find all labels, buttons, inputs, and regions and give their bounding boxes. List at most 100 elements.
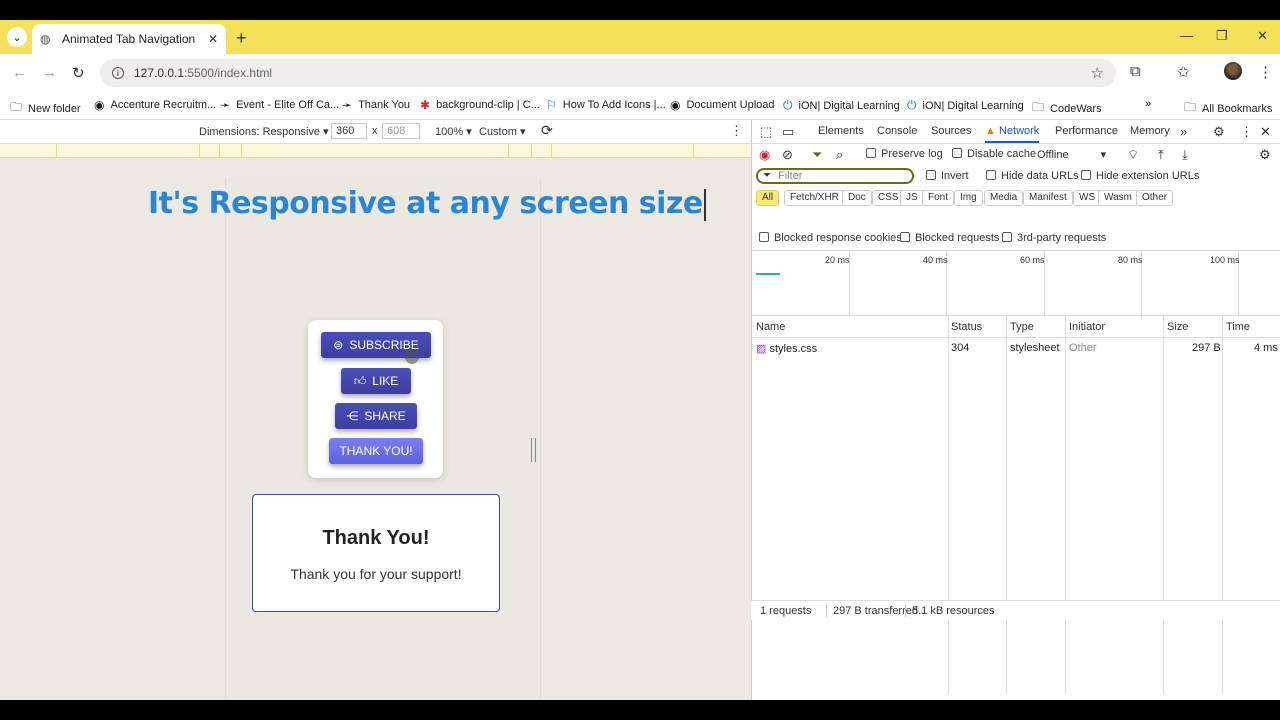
resize-handle-right[interactable] xyxy=(531,438,536,462)
share-button[interactable]: ⋲ SHARE xyxy=(335,403,417,429)
minimize-icon[interactable]: — xyxy=(1180,28,1193,43)
filter-chip-wasm[interactable]: Wasm xyxy=(1098,190,1138,206)
invert-checkbox[interactable]: Invert xyxy=(926,170,969,182)
bookmark-item[interactable]: ⚐ How To Add Icons |... xyxy=(546,98,666,112)
filter-input[interactable]: Filter xyxy=(756,168,914,184)
menu-kebab-icon[interactable]: ⋮ xyxy=(1258,63,1273,81)
clear-icon[interactable]: ⊘ xyxy=(782,147,793,163)
more-bookmarks-chevron-icon[interactable]: » xyxy=(1145,98,1151,110)
extensions-puzzle-icon[interactable]: ⧉ xyxy=(1130,63,1141,80)
filter-chip-media[interactable]: Media xyxy=(984,190,1024,206)
tab-search-chevron-icon[interactable]: ⌄ xyxy=(7,27,27,47)
filter-chip-fetch[interactable]: Fetch/XHR xyxy=(784,190,845,206)
network-conditions-icon[interactable]: ⌔ xyxy=(1127,147,1139,163)
filter-chip-js[interactable]: JS xyxy=(900,190,924,206)
new-tab-plus-icon[interactable]: + xyxy=(236,28,247,49)
bookmark-item[interactable]: ⏻ iON| Digital Learning xyxy=(783,98,900,113)
close-window-icon[interactable]: ✕ xyxy=(1257,28,1268,44)
device-toggle-icon[interactable]: ▭ xyxy=(782,124,794,140)
close-devtools-icon[interactable]: ✕ xyxy=(1260,124,1271,140)
column-type[interactable]: Type xyxy=(1010,321,1034,333)
settings-gear-icon[interactable]: ⚙ xyxy=(1213,124,1225,140)
dimensions-dropdown[interactable]: Dimensions: Responsive ▾ xyxy=(199,125,329,138)
restore-icon[interactable]: ❐ xyxy=(1216,28,1228,44)
filter-chip-all[interactable]: All xyxy=(756,190,780,206)
forward-arrow-icon[interactable]: → xyxy=(42,64,57,81)
thank-you-title: Thank You! xyxy=(322,527,430,549)
tab-console[interactable]: Console xyxy=(877,125,917,137)
power-icon: ⏻ xyxy=(907,98,917,112)
height-input[interactable]: 608 xyxy=(382,123,420,139)
bookmark-item[interactable]: ◉ Accenture Recruitm... xyxy=(94,98,216,112)
third-party-requests-checkbox[interactable]: 3rd-party requests xyxy=(1002,232,1106,244)
viewport-area: It's Responsive at any screen size ⊜ SUBS… xyxy=(0,158,751,700)
device-more-kebab-icon[interactable]: ⋮ xyxy=(730,123,743,139)
bookmark-item[interactable]: ✱ background-clip | C... xyxy=(420,98,540,112)
blocked-response-cookies-checkbox[interactable]: Blocked response cookies xyxy=(759,232,902,244)
filter-chip-manifest[interactable]: Manifest xyxy=(1023,190,1073,206)
bookmark-item[interactable]: 🗀 New folder xyxy=(10,98,81,119)
filter-chip-ws[interactable]: WS xyxy=(1073,190,1102,206)
all-bookmarks-button[interactable]: 🗀 All Bookmarks xyxy=(1184,98,1272,119)
import-har-icon[interactable]: ⤒ xyxy=(1158,147,1164,163)
filter-funnel-icon[interactable]: ⏷ xyxy=(812,147,822,163)
address-bar[interactable]: i 127.0.0.1:5500/index.html ☆ xyxy=(100,59,1116,87)
devtools-kebab-icon[interactable]: ⋮ xyxy=(1240,124,1253,140)
timeline-label: 20 ms xyxy=(825,255,850,265)
tab-elements[interactable]: Elements xyxy=(818,125,864,137)
site-info-icon[interactable]: i xyxy=(112,67,124,79)
thank-you-button[interactable]: THANK YOU! xyxy=(329,438,423,464)
filter-chip-img[interactable]: Img xyxy=(954,190,983,206)
tab-sources[interactable]: Sources xyxy=(931,125,971,137)
column-size[interactable]: Size xyxy=(1167,321,1188,333)
search-icon[interactable]: ⌕ xyxy=(836,147,843,163)
zoom-dropdown[interactable]: 100% ▾ xyxy=(435,125,472,138)
stylesheet-file-icon: ▨ xyxy=(756,343,767,355)
request-initiator: Other xyxy=(1069,342,1097,354)
column-status[interactable]: Status xyxy=(951,321,982,333)
tab-performance[interactable]: Performance xyxy=(1055,125,1118,137)
blocked-requests-checkbox[interactable]: Blocked requests xyxy=(900,232,999,244)
column-time[interactable]: Time xyxy=(1226,321,1250,333)
filter-chip-font[interactable]: Font xyxy=(922,190,955,206)
browser-tab[interactable]: ◍ Animated Tab Navigation ✕ xyxy=(32,24,226,54)
warning-icon: ▲ xyxy=(985,125,996,137)
column-initiator[interactable]: Initiator xyxy=(1069,321,1105,333)
preserve-log-checkbox[interactable]: Preserve log xyxy=(866,148,943,160)
profile-avatar[interactable] xyxy=(1224,62,1242,80)
network-timeline[interactable]: 20 ms 40 ms 60 ms 80 ms 100 ms xyxy=(752,250,1280,317)
disable-cache-checkbox[interactable]: Disable cache xyxy=(952,148,1036,160)
bookmark-star-icon[interactable]: ☆ xyxy=(1091,64,1104,82)
more-tabs-chevron-icon[interactable]: » xyxy=(1180,124,1187,139)
like-button[interactable]: 👍︎ LIKE xyxy=(341,368,411,394)
filter-chip-doc[interactable]: Doc xyxy=(842,190,872,206)
inspect-element-icon[interactable]: ⬚ xyxy=(760,124,772,140)
table-row[interactable]: ▨ styles.css 304 stylesheet Other 297 B … xyxy=(752,338,1280,358)
width-input[interactable]: 360 xyxy=(331,123,367,139)
bookmark-item[interactable]: ⏻ iON| Digital Learning xyxy=(907,98,1024,113)
tab-network[interactable]: ▲ Network xyxy=(985,125,1040,143)
throttling-select[interactable]: Offline ▾ xyxy=(1037,148,1106,161)
throttle-dropdown[interactable]: Custom ▾ xyxy=(479,125,525,138)
media-query-ruler[interactable] xyxy=(0,144,751,158)
rotate-icon[interactable]: ⟳ xyxy=(541,122,553,139)
network-settings-gear-icon[interactable]: ⚙ xyxy=(1259,147,1271,163)
hide-data-urls-checkbox[interactable]: Hide data URLs xyxy=(986,170,1079,182)
tab-memory[interactable]: Memory xyxy=(1130,125,1170,137)
timeline-label: 100 ms xyxy=(1210,255,1240,265)
bookmark-item[interactable]: ◉ Document Upload xyxy=(670,98,775,112)
bookmark-item[interactable]: ➛ Event - Elite Off Ca... xyxy=(220,98,339,112)
filter-chip-other[interactable]: Other xyxy=(1136,190,1174,206)
bookmark-item[interactable]: 🗀 CodeWars xyxy=(1032,98,1102,119)
reload-icon[interactable]: ↻ xyxy=(72,64,85,82)
hide-extension-urls-checkbox[interactable]: Hide extension URLs xyxy=(1081,170,1199,182)
bookmarks-star-icon[interactable]: ✩ xyxy=(1177,63,1190,81)
close-tab-icon[interactable]: ✕ xyxy=(208,32,218,46)
resources-size: 5.1 kB resources xyxy=(912,605,995,617)
export-har-icon[interactable]: ⤓ xyxy=(1182,147,1188,163)
bookmark-item[interactable]: ➛ Thank You xyxy=(342,98,410,112)
record-icon[interactable]: ◉ xyxy=(759,147,770,163)
folder-icon: 🗀 xyxy=(1032,100,1045,114)
back-arrow-icon[interactable]: ← xyxy=(12,64,27,81)
column-name[interactable]: Name xyxy=(756,321,785,333)
